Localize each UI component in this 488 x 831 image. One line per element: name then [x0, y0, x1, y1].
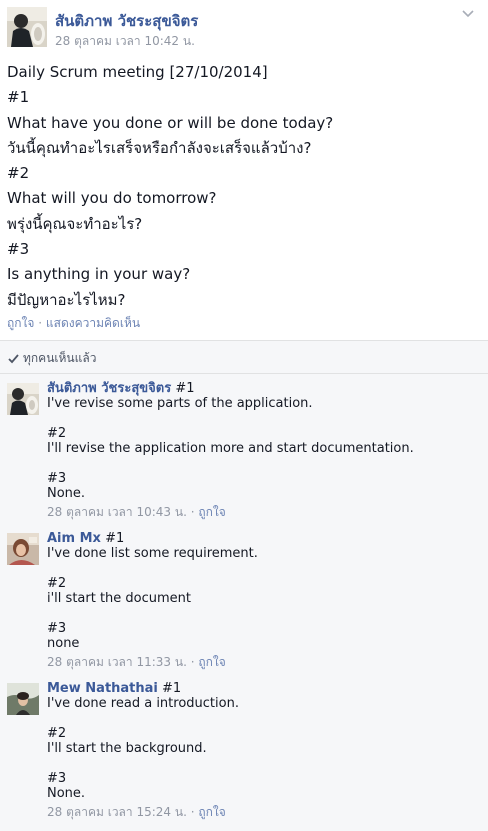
comment-body: Mew Nathathai #1 I've done read a introd… [47, 681, 477, 820]
comment-meta: 28 ตุลาคม เวลา 10:43 น. · ถูกใจ [47, 505, 477, 520]
comment-like-link[interactable]: ถูกใจ [198, 655, 225, 669]
comment-text: I'll revise the application more and sta… [47, 441, 414, 456]
like-link[interactable]: ถูกใจ [7, 316, 34, 330]
meta-separator: · [190, 505, 195, 519]
comment-meta: 28 ตุลาคม เวลา 15:24 น. · ถูกใจ [47, 805, 477, 820]
post-line: What have you done or will be done today… [7, 113, 334, 132]
divider [0, 373, 488, 374]
comment-text: #3 [47, 771, 67, 786]
comment-text: None. [47, 486, 86, 501]
seen-by-indicator[interactable]: ทุกคนเห็นแล้ว [8, 349, 96, 368]
post-timestamp[interactable]: 28 ตุลาคม เวลา 10:42 น. [55, 32, 195, 51]
post-line: Is anything in your way? [7, 265, 191, 284]
post-line: What will you do tomorrow? [7, 189, 217, 208]
comment-text: I've done read a introduction. [47, 696, 239, 711]
commenter-avatar[interactable] [7, 383, 39, 415]
commenter-name[interactable]: สันติภาพ วัชระสุขจิตร [47, 381, 171, 396]
comment-like-link[interactable]: ถูกใจ [198, 805, 225, 819]
post-line: #3 [7, 240, 30, 259]
chevron-down-icon[interactable] [460, 6, 476, 22]
post-line: มีปัญหาอะไรไหม? [7, 290, 126, 309]
post-line: #2 [7, 164, 30, 183]
author-avatar[interactable] [7, 7, 47, 47]
comment-text [47, 561, 477, 576]
meta-separator: · [190, 805, 195, 819]
comment-text: #1 [105, 531, 125, 546]
comment-text: None. [47, 786, 86, 801]
comment-text: I'll start the background. [47, 741, 207, 756]
comment-text [47, 456, 477, 471]
post-author-name[interactable]: สันติภาพ วัชระสุขจิตร [55, 9, 198, 33]
post-actions: ถูกใจ · แสดงความคิดเห็น [7, 314, 140, 333]
comment-text: #2 [47, 426, 67, 441]
commenter-name[interactable]: Mew Nathathai [47, 681, 158, 696]
comment-body: Aim Mx #1 I've done list some requiremen… [47, 531, 477, 670]
comment-timestamp[interactable]: 28 ตุลาคม เวลา 15:24 น. [47, 805, 187, 819]
comment-text: none [47, 636, 80, 651]
post-message: Daily Scrum meeting [27/10/2014] #1 What… [7, 60, 477, 313]
comment-text: #2 [47, 726, 67, 741]
commenter-avatar[interactable] [7, 683, 39, 715]
comment-link[interactable]: แสดงความคิดเห็น [46, 316, 140, 330]
comment-body: สันติภาพ วัชระสุขจิตร #1 I've revise som… [47, 381, 477, 520]
post: สันติภาพ วัชระสุขจิตร 28 ตุลาคม เวลา 10:… [0, 0, 488, 341]
post-line: Daily Scrum meeting [27/10/2014] [7, 63, 268, 81]
comment-like-link[interactable]: ถูกใจ [198, 505, 225, 519]
seen-by-label: ทุกคนเห็นแล้ว [23, 351, 97, 365]
post-line: วันนี้คุณทำอะไรเสร็จหรือกำลังจะเสร็จแล้ว… [7, 138, 312, 157]
check-icon [8, 354, 19, 364]
comment-text [47, 756, 477, 771]
comment-timestamp[interactable]: 28 ตุลาคม เวลา 11:33 น. [47, 655, 187, 669]
post-line: #1 [7, 88, 30, 107]
meta-separator: · [190, 655, 195, 669]
comment-text: I've done list some requirement. [47, 546, 258, 561]
commenter-avatar[interactable] [7, 533, 39, 565]
comment-text [47, 606, 477, 621]
post-line: พรุ่งนี้คุณจะทำอะไร? [7, 214, 143, 233]
comment-text: i'll start the document [47, 591, 192, 606]
comment-meta: 28 ตุลาคม เวลา 11:33 น. · ถูกใจ [47, 655, 477, 670]
comment-text: #1 [162, 681, 182, 696]
action-separator: · [38, 316, 43, 330]
comment-text: #3 [47, 621, 67, 636]
comment-timestamp[interactable]: 28 ตุลาคม เวลา 10:43 น. [47, 505, 187, 519]
comment-text: I've revise some parts of the applicatio… [47, 396, 313, 411]
comment-text: #1 [175, 381, 195, 396]
feedback-section: ทุกคนเห็นแล้ว สันติภาพ วัชระสุขจิตร #1 I… [0, 341, 488, 831]
commenter-name[interactable]: Aim Mx [47, 531, 101, 546]
comment-text: #3 [47, 471, 67, 486]
comment-text [47, 411, 477, 426]
comment-text: #2 [47, 576, 67, 591]
comment-text [47, 711, 477, 726]
